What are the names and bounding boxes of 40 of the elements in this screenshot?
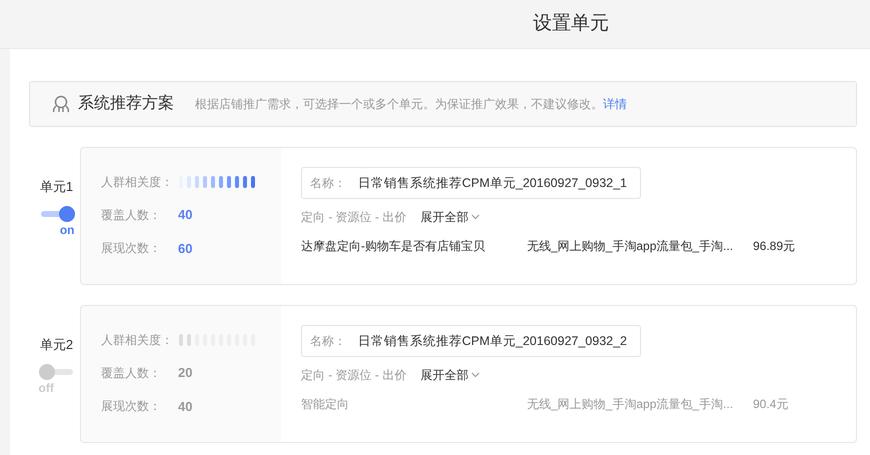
coverage-value: 40: [178, 206, 192, 224]
coverage-label: 覆盖人数：: [101, 206, 162, 224]
octopus-icon: [51, 94, 71, 114]
relevance-label: 人群相关度：: [101, 174, 173, 191]
relevance-bars-icon: [179, 334, 255, 346]
name-label: 名称：: [310, 333, 346, 350]
price-text: 90.4元: [753, 396, 788, 413]
page-title: 设置单元: [533, 12, 609, 36]
unit-label: 单元2: [40, 336, 74, 354]
relevance-bars-icon: [179, 176, 255, 188]
name-value: 日常销售系统推荐CPM单元_20160927_0932_2: [358, 332, 628, 350]
expand-all-link[interactable]: 展开全部: [420, 208, 480, 226]
chevron-down-icon: [471, 214, 480, 220]
name-field[interactable]: 名称： 日常销售系统推荐CPM单元_20160927_0932_2: [301, 325, 641, 357]
relevance-label: 人群相关度：: [101, 332, 173, 349]
impressions-value: 60: [178, 240, 192, 258]
toggle-switch[interactable]: [38, 364, 74, 380]
resource-text: 无线_网上购物_手淘app流量包_手淘...: [527, 396, 734, 413]
targeting-text: 智能定向: [301, 396, 350, 413]
coverage-label: 覆盖人数：: [101, 364, 162, 382]
name-label: 名称：: [310, 175, 346, 192]
banner-description: 根据店铺推广需求，可选择一个或多个单元。为保证推广效果，不建议修改。: [195, 96, 603, 113]
impressions-value: 40: [178, 398, 192, 416]
targeting-text: 达摩盘定向-购物车是否有店铺宝贝: [301, 238, 486, 255]
impressions-label: 展现次数：: [101, 398, 162, 416]
switch-state: on: [58, 222, 74, 238]
details-link[interactable]: 详情: [603, 95, 627, 113]
chevron-down-icon: [471, 372, 480, 378]
name-field[interactable]: 名称： 日常销售系统推荐CPM单元_20160927_0932_1: [301, 167, 641, 199]
name-value: 日常销售系统推荐CPM单元_20160927_0932_1: [358, 174, 628, 192]
impressions-label: 展现次数：: [101, 240, 162, 258]
unit-label: 单元1: [40, 178, 74, 196]
price-text: 96.89元: [753, 238, 796, 255]
coverage-value: 20: [178, 364, 192, 382]
banner-title: 系统推荐方案: [78, 93, 174, 114]
section-label: 定向 - 资源位 - 出价: [301, 209, 406, 226]
section-label: 定向 - 资源位 - 出价: [301, 367, 406, 384]
expand-all-link[interactable]: 展开全部: [420, 366, 480, 384]
resource-text: 无线_网上购物_手淘app流量包_手淘...: [527, 238, 734, 255]
toggle-switch[interactable]: [38, 206, 74, 222]
